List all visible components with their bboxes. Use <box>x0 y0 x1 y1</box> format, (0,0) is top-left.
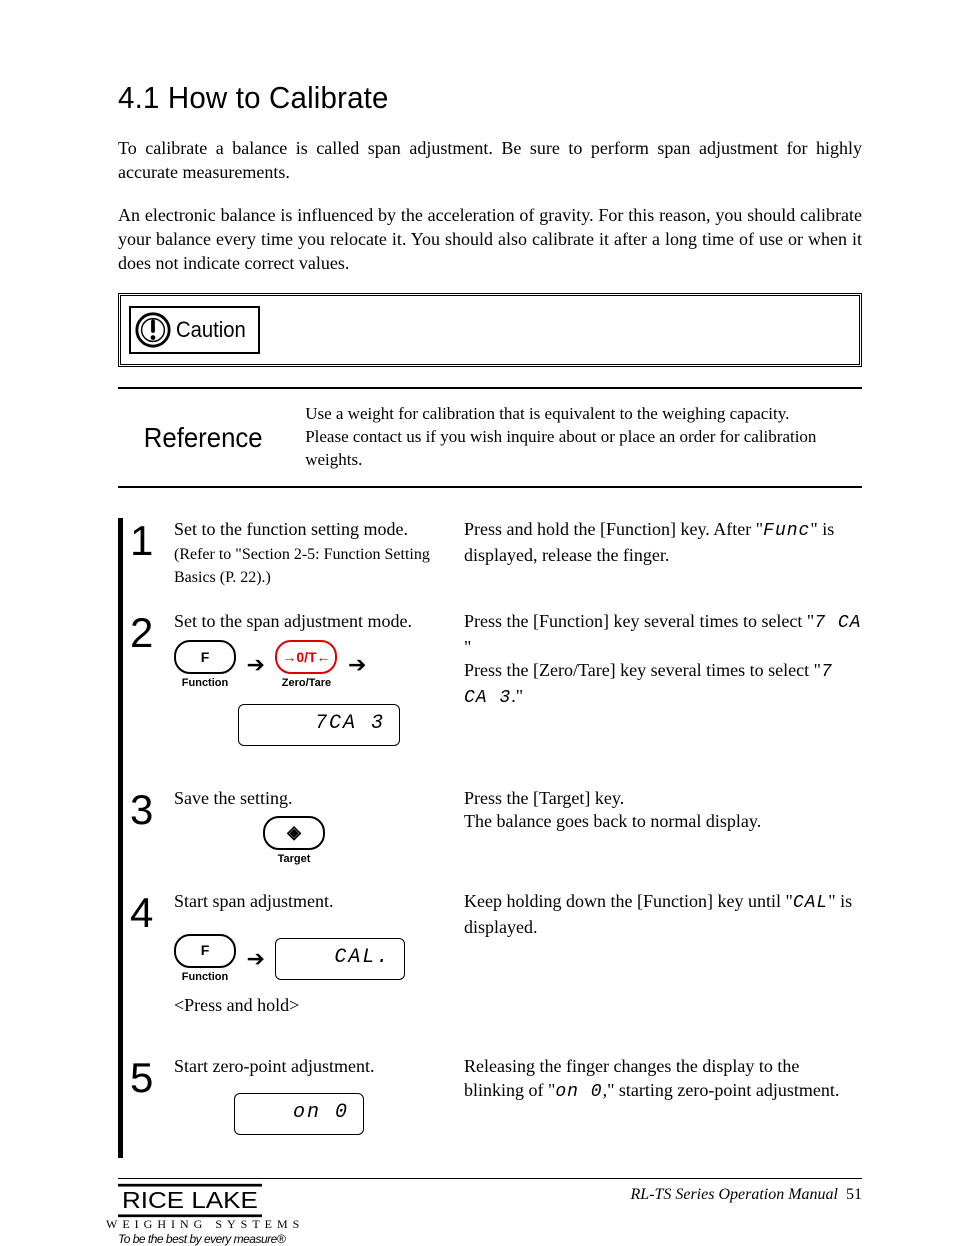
step4-graphic: F Function ➔ CAL. <box>174 934 464 984</box>
lcd-display-cal: CAL. <box>275 938 405 980</box>
steps-table: 1 Set to the function setting mode. (Ref… <box>118 518 862 1158</box>
step5-graphic: on 0 <box>174 1093 464 1135</box>
section-heading: 4.1 How to Calibrate <box>118 80 825 116</box>
step4-left-main: Start span adjustment. <box>174 891 333 911</box>
step5-right: Releasing the finger changes the display… <box>464 1055 862 1158</box>
step-number-4: 4 <box>128 890 174 934</box>
step-number-1: 1 <box>128 518 174 562</box>
step-number-2: 2 <box>128 610 174 654</box>
step4-press-hold-note: <Press and hold> <box>174 994 464 1017</box>
manual-reference: RL-TS Series Operation Manual 51 <box>630 1182 862 1204</box>
reference-block: Reference Use a weight for calibration t… <box>118 387 862 488</box>
intro-paragraph-1: To calibrate a balance is called span ad… <box>118 136 862 185</box>
reference-heading: Reference <box>118 422 263 454</box>
lcd-display-on0: on 0 <box>234 1093 364 1135</box>
page-footer: RICE LAKE WEIGHING SYSTEMS To be the bes… <box>118 1178 862 1246</box>
caution-label: Caution <box>176 317 246 343</box>
step3-graphic: ◈ Target <box>174 816 464 866</box>
step1-left-main: Set to the function setting mode. <box>174 519 408 539</box>
arrow-icon: ➔ <box>247 944 265 974</box>
function-button-icon: F Function <box>174 934 236 984</box>
lcd-display-7ca3: 7CA 3 <box>238 704 400 746</box>
intro-paragraph-2: An electronic balance is influenced by t… <box>118 203 862 276</box>
step2-left-main: Set to the span adjustment mode. <box>174 611 412 631</box>
arrow-icon: ➔ <box>348 650 366 680</box>
target-button-icon: ◈ Target <box>263 816 325 866</box>
step3-left-main: Save the setting. <box>174 788 292 808</box>
step5-left-main: Start zero-point adjustment. <box>174 1056 374 1076</box>
brand-logo: RICE LAKE WEIGHING SYSTEMS To be the bes… <box>118 1182 328 1246</box>
step-number-5: 5 <box>128 1055 174 1099</box>
step4-right: Keep holding down the [Function] key unt… <box>464 890 862 1055</box>
reference-text: Use a weight for calibration that is equ… <box>305 403 862 472</box>
step2-graphic: F Function ➔ →0/T← Zero/Tare ➔ 7CA 3 <box>174 640 464 746</box>
step1-left-sub: (Refer to "Section 2-5: Function Setting… <box>174 546 430 587</box>
zerotare-button-icon: →0/T← Zero/Tare <box>275 640 337 690</box>
step3-right: Press the [Target] key. The balance goes… <box>464 787 862 890</box>
caution-box: Caution <box>118 293 862 367</box>
arrow-icon: ➔ <box>247 650 265 680</box>
step1-right: Press and hold the [Function] key. After… <box>464 518 862 610</box>
step-number-3: 3 <box>128 787 174 831</box>
caution-icon <box>134 311 172 349</box>
function-button-icon: F Function <box>174 640 236 690</box>
step2-right: Press the [Function] key several times t… <box>464 610 862 786</box>
